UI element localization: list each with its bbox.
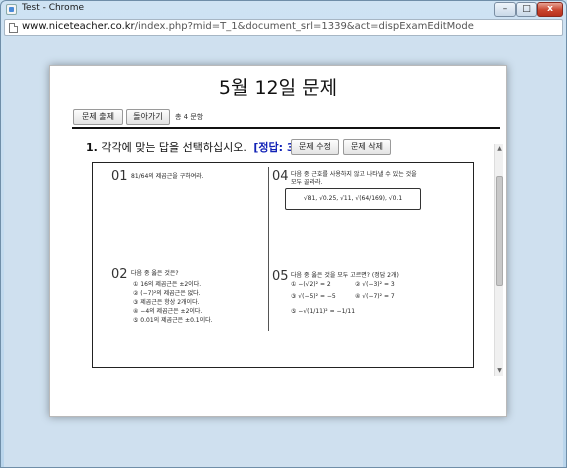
problem-02-option: ⑤ 0.01의 제곱근은 ±0.1이다. — [133, 317, 213, 324]
url-host: www.niceteacher.co.kr — [22, 21, 135, 32]
problem-02-number: 02 — [111, 267, 128, 282]
edit-question-button[interactable]: 문제 수정 — [291, 139, 339, 155]
page-icon — [9, 23, 18, 33]
url-text[interactable]: www.niceteacher.co.kr/index.php?mid=T_1&… — [22, 21, 474, 32]
problem-02-option: ④ −4의 제곱근은 ±2이다. — [133, 308, 203, 315]
question-count: 총 4 문항 — [175, 113, 204, 121]
problem-05-option: ② √(−3)² = 3 — [355, 281, 395, 288]
page-title: 5월 12일 문제 — [218, 77, 338, 99]
close-button[interactable]: x — [537, 2, 563, 17]
problem-05-option: ④ √(−7)² = 7 — [355, 293, 395, 300]
sheet-divider — [268, 167, 269, 331]
problem-04-text-cont: 모두 골라라. — [291, 179, 323, 186]
header-divider — [72, 127, 500, 129]
delete-question-button[interactable]: 문제 삭제 — [343, 139, 391, 155]
problem-02-option: ① 16의 제곱근은 ±2이다. — [133, 281, 202, 288]
root-options-box: √81, √0.25, √11, √(64/169), √0.1 — [285, 188, 421, 210]
address-bar[interactable]: www.niceteacher.co.kr/index.php?mid=T_1&… — [4, 19, 563, 36]
question-sheet-image: 01 81/64의 제곱근을 구하여라. 02 다음 중 옳은 것은? ① 16… — [92, 162, 474, 368]
back-button[interactable]: 돌아가기 — [126, 109, 170, 125]
problem-02-option: ② (−7)²의 제곱근은 없다. — [133, 290, 201, 297]
question-number: 1. — [86, 141, 98, 154]
title-bar: Test - Chrome – □ x — [1, 1, 566, 18]
problem-05-option: ③ √(−5)² = −5 — [291, 293, 336, 300]
question-text: 각각에 맞는 답을 선택하십시오. — [101, 141, 247, 154]
problem-05-option: ① −(√2)² = 2 — [291, 281, 331, 288]
solve-button[interactable]: 문제 출제 — [73, 109, 123, 125]
vertical-scrollbar[interactable]: ▲ ▼ — [494, 144, 503, 376]
question-line: 1. 각각에 맞는 답을 선택하십시오. [정답: 3] — [86, 139, 300, 155]
window-title: Test - Chrome — [22, 3, 84, 13]
maximize-button[interactable]: □ — [516, 2, 537, 17]
scroll-down-arrow-icon[interactable]: ▼ — [496, 367, 503, 375]
problem-02-option: ③ 제곱근은 항상 2개이다. — [133, 299, 200, 306]
url-path: /index.php?mid=T_1&document_srl=1339&act… — [134, 21, 474, 32]
problem-05-text: 다음 중 옳은 것을 모두 고르면? (정답 2개) — [291, 272, 399, 279]
browser-window: Test - Chrome – □ x www.niceteacher.co.k… — [0, 0, 567, 468]
page-viewport: 5월 12일 문제 문제 출제 돌아가기 총 4 문항 1. 각각에 맞는 답을… — [4, 37, 563, 467]
problem-02-text: 다음 중 옳은 것은? — [131, 270, 179, 277]
problem-01-number: 01 — [111, 169, 128, 184]
problem-01-text: 81/64의 제곱근을 구하여라. — [131, 173, 204, 180]
chrome-icon — [6, 4, 17, 15]
problem-04-number: 04 — [272, 169, 289, 184]
minimize-button[interactable]: – — [494, 2, 516, 17]
problem-05-number: 05 — [272, 269, 289, 284]
scroll-thumb[interactable] — [496, 176, 503, 286]
scroll-up-arrow-icon[interactable]: ▲ — [496, 145, 503, 153]
problem-05-option: ⑤ −√(1/11)² = −1/11 — [291, 308, 356, 315]
exam-popup: 5월 12일 문제 문제 출제 돌아가기 총 4 문항 1. 각각에 맞는 답을… — [49, 65, 507, 417]
